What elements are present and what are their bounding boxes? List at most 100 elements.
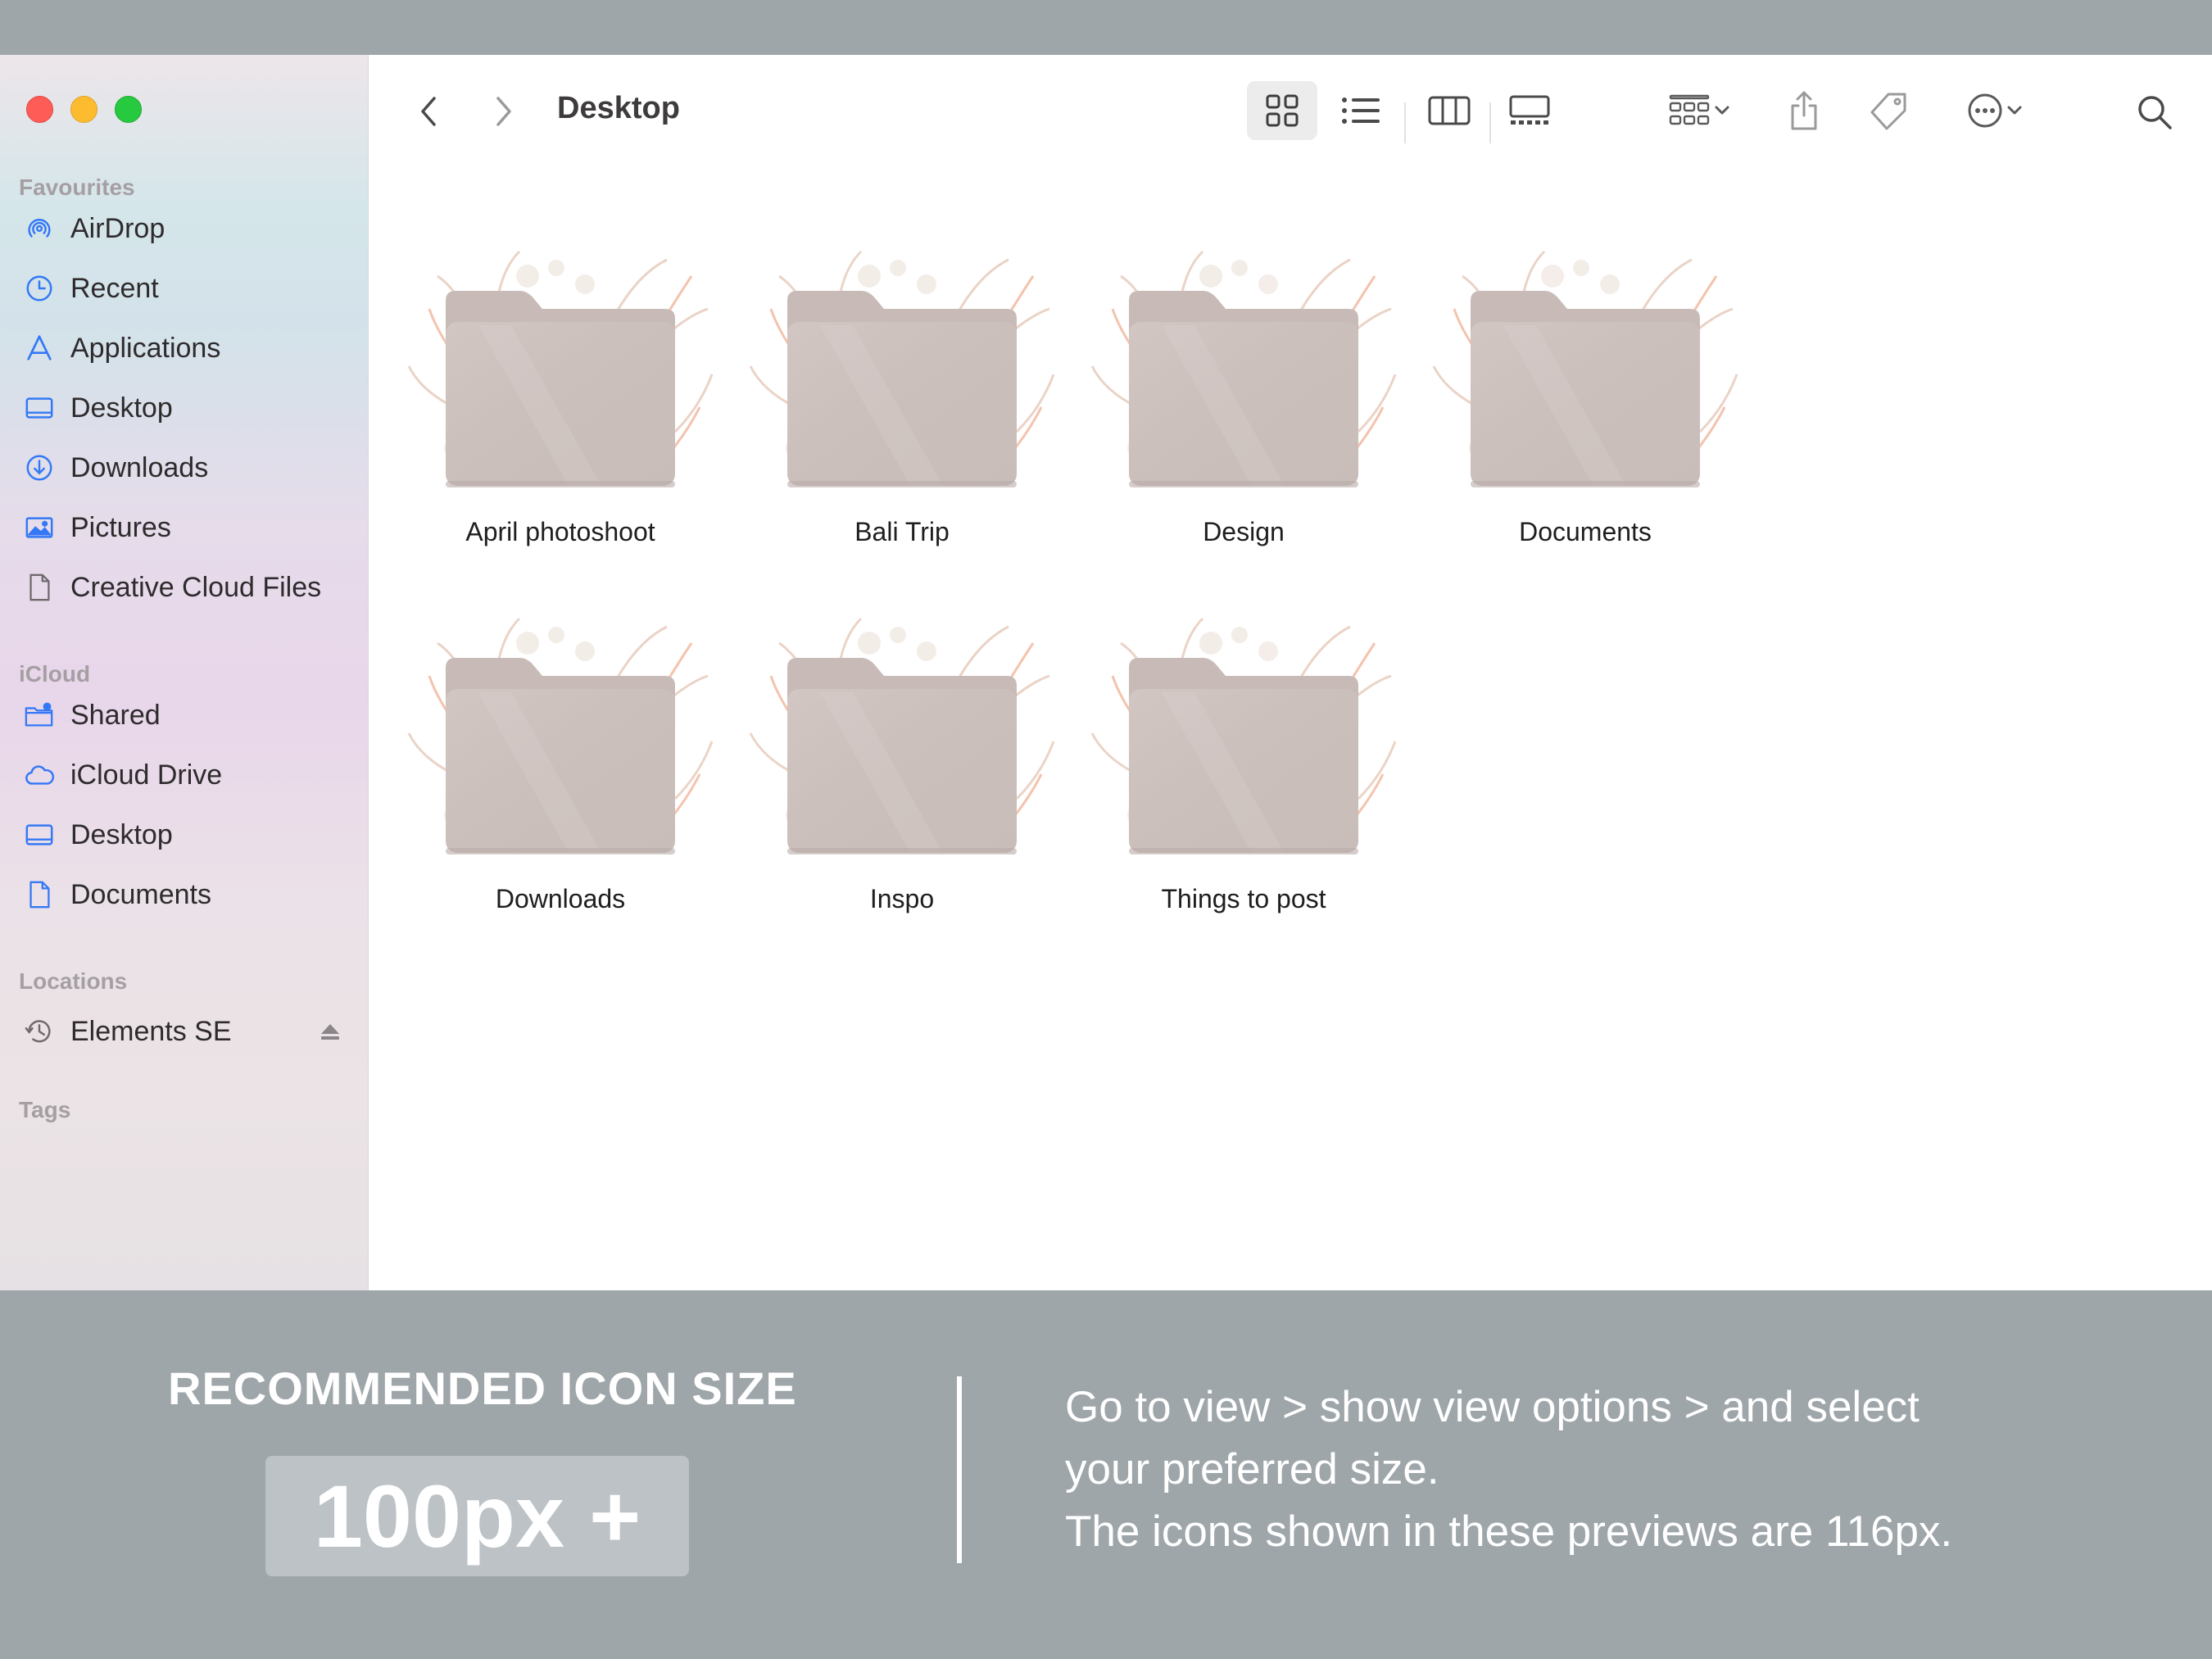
applications-icon [23,332,56,365]
sidebar-item-label: Creative Cloud Files [70,571,322,603]
instructions: Go to view > show view options > and sel… [1065,1376,2171,1563]
toolbar: Desktop [369,55,2212,178]
desktop-icon [23,392,56,424]
divider [957,1376,962,1563]
folder-name: Inspo [869,884,935,913]
zoom-button[interactable] [115,96,142,123]
back-button[interactable] [408,91,449,132]
desktop-icon [23,818,56,851]
sidebar-item-recent[interactable]: Recent [23,265,351,311]
folder-icon [746,610,1058,873]
folder-item[interactable]: April photoshoot [388,243,732,547]
sidebar-item-desktop[interactable]: Desktop [23,385,351,431]
download-icon [23,451,56,484]
folder-icon [1088,610,1399,873]
instruction-line: your preferred size. [1065,1445,1439,1494]
sidebar-item-icloud-drive[interactable]: iCloud Drive [23,752,351,798]
folder-item[interactable]: Downloads [388,610,732,914]
folder-name: Downloads [495,884,626,913]
folder-item[interactable]: Inspo [730,610,1074,914]
folder-name: Bali Trip [854,517,950,546]
folder-item[interactable]: Documents [1413,243,1757,547]
sidebar-item-label: Desktop [70,392,173,424]
section-favourites: Favourites [19,175,135,200]
tag-icon [1870,93,1906,130]
chevron-down-icon [1715,106,1729,115]
chevron-left-icon [421,97,436,126]
airdrop-icon [23,212,56,245]
eject-icon[interactable] [318,1019,342,1044]
folder-icon [1088,243,1399,505]
list-icon [1342,97,1380,124]
sidebar-item-shared[interactable]: Shared [23,692,351,738]
sidebar-item-icloud-documents[interactable]: Documents [23,872,351,918]
folder-icon [405,243,716,505]
sidebar-item-label: Applications [70,332,221,364]
folder-icon [746,243,1058,505]
size-value: 100px + [313,1466,641,1566]
cloud-icon [23,759,56,791]
section-icloud: iCloud [19,661,91,687]
folder-item[interactable]: Design [1072,243,1416,547]
sidebar-item-label: iCloud Drive [70,759,223,791]
instruction-line: The icons shown in these previews are 11… [1065,1507,1953,1556]
search-button[interactable] [2130,88,2179,137]
folder-item[interactable]: Things to post [1072,610,1416,914]
sidebar-item-label: Elements SE [70,1015,232,1047]
document-icon [23,878,56,911]
file-grid: April photoshoot Bali Trip Design Docume… [369,178,2212,1290]
group-by-button[interactable] [1655,81,1745,140]
chevron-down-icon [2007,106,2022,115]
icon-view-button[interactable] [1247,81,1317,140]
folder-icon [1430,243,1741,505]
sidebar-item-creative-cloud-files[interactable]: Creative Cloud Files [23,564,351,610]
sidebar-item-label: Documents [70,878,211,910]
sidebar-item-label: Downloads [70,451,209,483]
search-icon [2138,96,2172,129]
gallery-icon [1509,95,1550,125]
sidebar-item-label: AirDrop [70,212,165,244]
sidebar-item-label: Desktop [70,818,173,850]
column-view-button[interactable] [1414,81,1484,140]
section-locations: Locations [19,968,128,994]
more-actions-button[interactable] [1950,81,2040,140]
sidebar-item-label: Pictures [70,511,171,543]
minimize-button[interactable] [70,96,97,123]
time-machine-icon [23,1015,56,1048]
folder-icon [405,610,716,873]
finder-window: Favourites AirDrop Recent Applications D… [0,55,2212,1290]
chevron-right-icon [496,97,511,126]
section-tags: Tags [19,1097,71,1122]
shared-folder-icon [23,699,56,732]
folder-item[interactable]: Bali Trip [730,243,1074,547]
window-controls [26,96,142,123]
sidebar-item-icloud-desktop[interactable]: Desktop [23,812,351,858]
document-icon [23,571,56,604]
share-icon [1791,91,1817,130]
folder-name: Things to post [1161,884,1326,913]
list-view-button[interactable] [1326,81,1396,140]
instruction-line: Go to view > show view options > and sel… [1065,1383,1920,1431]
group-grid-icon [1669,94,1710,125]
grid-icon [1266,94,1299,127]
close-button[interactable] [26,96,53,123]
sidebar-item-label: Shared [70,699,161,731]
folder-name: April photoshoot [465,517,655,546]
ellipsis-circle-icon [1968,93,2002,128]
folder-name: Documents [1519,517,1652,546]
pictures-icon [23,511,56,544]
gallery-view-button[interactable] [1494,81,1565,140]
columns-icon [1428,96,1471,125]
sidebar-item-airdrop[interactable]: AirDrop [23,206,351,252]
sidebar-item-pictures[interactable]: Pictures [23,505,351,551]
share-button[interactable] [1779,81,1829,140]
forward-button[interactable] [483,91,524,132]
sidebar-item-downloads[interactable]: Downloads [23,445,351,491]
window-title: Desktop [557,91,680,125]
sidebar-item-applications[interactable]: Applications [23,325,351,371]
sidebar-item-label: Recent [70,272,159,304]
sidebar-item-elements-se[interactable]: Elements SE [23,1009,351,1054]
clock-icon [23,272,56,305]
size-badge: 100px + [265,1456,689,1576]
tag-button[interactable] [1860,81,1917,140]
